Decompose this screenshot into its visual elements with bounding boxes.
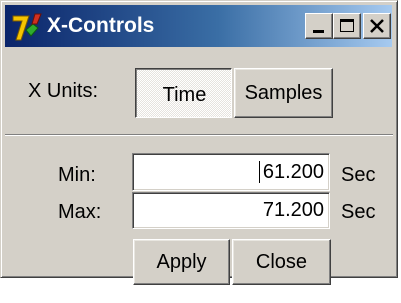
min-field[interactable] — [132, 153, 330, 191]
max-input[interactable] — [133, 193, 329, 228]
time-unit-button[interactable]: Time — [135, 68, 232, 118]
apply-button-label: Apply — [156, 250, 207, 273]
max-field[interactable] — [132, 192, 330, 229]
close-icon — [370, 19, 384, 33]
minimize-button[interactable] — [305, 13, 333, 39]
section-divider — [5, 134, 393, 136]
maximize-button[interactable] — [333, 13, 361, 39]
max-label: Max: — [58, 201, 102, 223]
x-units-label: X Units: — [28, 80, 99, 102]
app-logo-icon — [12, 13, 42, 41]
x-controls-window: X-Controls X Units: Time Samples Min: S — [0, 0, 398, 285]
min-input[interactable] — [133, 154, 329, 190]
samples-unit-button[interactable]: Samples — [234, 68, 333, 118]
window-title: X-Controls — [47, 14, 155, 37]
text-cursor — [259, 161, 260, 183]
minimize-icon — [313, 30, 324, 33]
min-label: Min: — [58, 164, 96, 186]
samples-unit-label: Samples — [244, 81, 323, 104]
max-unit-label: Sec — [341, 201, 376, 223]
close-window-button[interactable] — [363, 13, 391, 39]
close-button-label: Close — [255, 250, 308, 273]
apply-button[interactable]: Apply — [133, 239, 230, 285]
close-button[interactable]: Close — [232, 239, 331, 285]
maximize-icon — [340, 19, 354, 32]
min-unit-label: Sec — [341, 164, 376, 186]
time-unit-label: Time — [162, 83, 207, 106]
title-bar[interactable]: X-Controls — [5, 5, 392, 47]
